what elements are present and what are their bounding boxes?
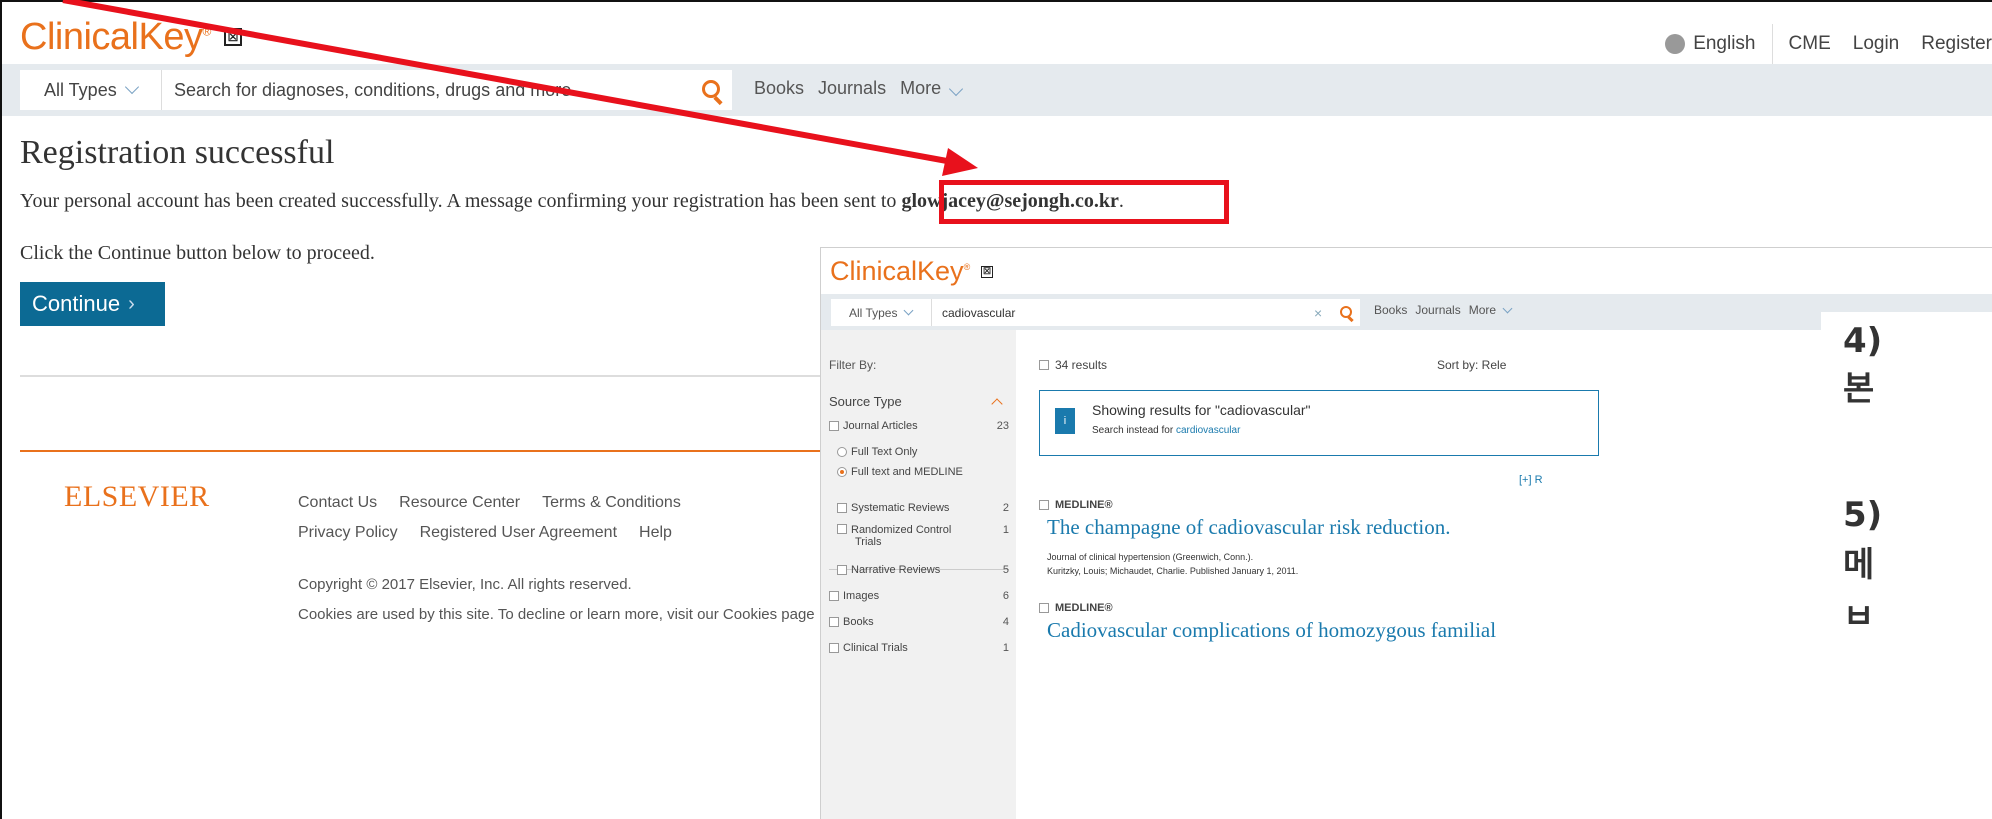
radio [837,447,847,457]
result-title: Cadiovascular complications of homozygou… [1047,618,1497,642]
journals-link[interactable]: Journals [818,78,886,99]
close-icon: ☒ [981,266,993,278]
inset-journals-link: Journals [1415,303,1461,317]
result-authors: Kuritzky, Louis; Michaudet, Charlie. Pub… [1047,566,1299,576]
filter-journal-articles: Journal Articles 23 [829,420,1009,432]
inset-books-link: Books [1374,303,1408,317]
clinicalkey-logo[interactable]: ClinicalKey® [20,16,211,59]
result-journal: Journal of clinical hypertension (Greenw… [1047,552,1254,562]
user-agreement-link[interactable]: Registered User Agreement [420,524,617,542]
globe-icon [1665,34,1686,54]
close-icon[interactable]: ☒ [224,28,242,46]
copyright: Copyright © 2017 Elsevier, Inc. All righ… [298,576,632,593]
results-count: 34 results [1039,358,1107,372]
checkbox [1039,500,1049,510]
privacy-policy-link[interactable]: Privacy Policy [298,524,398,542]
source-type-heading: Source Type [829,394,902,409]
chevron-down-icon [124,79,139,95]
korean-notes-panel: 4) 본 5) 메 ㅂ [1821,312,1992,819]
info-icon: i [1055,408,1075,434]
filter-full-text-only: Full Text Only [829,446,1009,458]
search-bar: All Types Search for diagnoses, conditio… [2,64,1992,116]
checkbox [837,503,847,513]
expand-toggle: [+] R [1519,474,1543,486]
chevron-down-icon [904,305,914,316]
content-nav: Books Journals More [754,78,964,99]
inset-search-box: All Types cadiovascular × [831,299,1360,326]
inset-more-link: More [1468,303,1497,317]
result-source: MEDLINE® [1039,602,1113,614]
footer-links-row2: Privacy Policy Registered User Agreement… [298,524,672,542]
books-link[interactable]: Books [754,78,804,99]
nav-divider [1771,24,1773,64]
cookies-notice: Cookies are used by this site. To declin… [298,606,815,623]
korean-note: ㅂ [1843,597,1875,637]
result-title: The champagne of cadiovascular risk redu… [1047,515,1451,539]
language-link[interactable]: English [1693,33,1755,55]
help-link[interactable]: Help [639,524,672,542]
korean-note: 5) [1843,495,1883,535]
checkbox [829,643,839,653]
continue-prompt: Click the Continue button below to proce… [20,242,375,264]
filter-randomized-control: Randomized Control Trials 1 [829,524,1009,548]
inset-search-query: cadiovascular [942,305,1016,320]
inset-search-results: ClinicalKey® ☒ All Types cadiovascular ×… [820,247,1992,819]
inset-content-nav: Books Journals More [1374,303,1513,317]
search-icon[interactable] [692,70,732,110]
filter-full-text-medline: Full text and MEDLINE [829,466,1009,478]
filter-books: Books 4 [829,616,1009,628]
filter-systematic-reviews: Systematic Reviews 2 [829,502,1009,514]
did-you-mean-box: i Showing results for "cadiovascular" Se… [1039,390,1599,456]
inset-search-bar: All Types cadiovascular × Books Journals… [821,294,1992,330]
chevron-right-icon: › [128,292,135,315]
top-bar: ClinicalKey® ☒ English CME Login Registe… [2,2,1992,72]
type-dropdown[interactable]: All Types [20,70,162,110]
inset-type-dropdown: All Types [831,299,932,326]
chevron-down-icon [1502,303,1513,313]
checkbox [1039,360,1049,370]
korean-note: 본 [1843,369,1875,409]
cme-link[interactable]: CME [1789,33,1831,55]
filter-clinical-trials: Clinical Trials 1 [829,642,1009,654]
checkbox [1039,603,1049,613]
checkbox [829,421,839,431]
resource-center-link[interactable]: Resource Center [399,494,520,512]
korean-note: 4) [1843,321,1883,361]
search-instead-link: cardiovascular [1175,425,1241,436]
login-link[interactable]: Login [1853,33,1900,55]
page-title: Registration successful [20,134,335,171]
filter-by-label: Filter By: [829,358,877,372]
sort-by: Sort by: Rele [1437,358,1507,372]
checkbox [837,565,847,575]
clear-icon: × [1314,304,1323,321]
search-icon [1334,299,1360,326]
top-nav: English CME Login Register [1665,24,1992,64]
checkbox [837,524,847,534]
continue-button[interactable]: Continue › [20,282,165,326]
checkbox [829,617,839,627]
radio-selected [837,467,847,477]
register-link[interactable]: Register [1921,33,1992,55]
email-highlight-box [939,180,1229,224]
result-source: MEDLINE® [1039,499,1113,511]
filter-narrative-reviews: Narrative Reviews 5 [829,564,1009,576]
search-input[interactable]: Search for diagnoses, conditions, drugs … [162,80,692,101]
contact-us-link[interactable]: Contact Us [298,494,377,512]
filter-images: Images 6 [829,590,1009,602]
more-link[interactable]: More [900,78,964,99]
chevron-up-icon [991,398,1003,410]
footer-links-row1: Contact Us Resource Center Terms & Condi… [298,494,681,512]
showing-results-text: Showing results for "cadiovascular" [1092,402,1311,418]
terms-link[interactable]: Terms & Conditions [542,494,681,512]
elsevier-logo[interactable]: ELSEVIER [64,480,210,514]
checkbox [829,591,839,601]
korean-note: 메 [1843,545,1875,585]
search-box: All Types Search for diagnoses, conditio… [20,70,732,110]
inset-filter-sidebar: Filter By: Source Type Journal Articles 2… [821,330,1016,819]
inset-clinicalkey-logo: ClinicalKey® [830,256,971,286]
search-instead-text: Search instead for cardiovascular [1092,425,1241,436]
chevron-down-icon [949,81,964,97]
